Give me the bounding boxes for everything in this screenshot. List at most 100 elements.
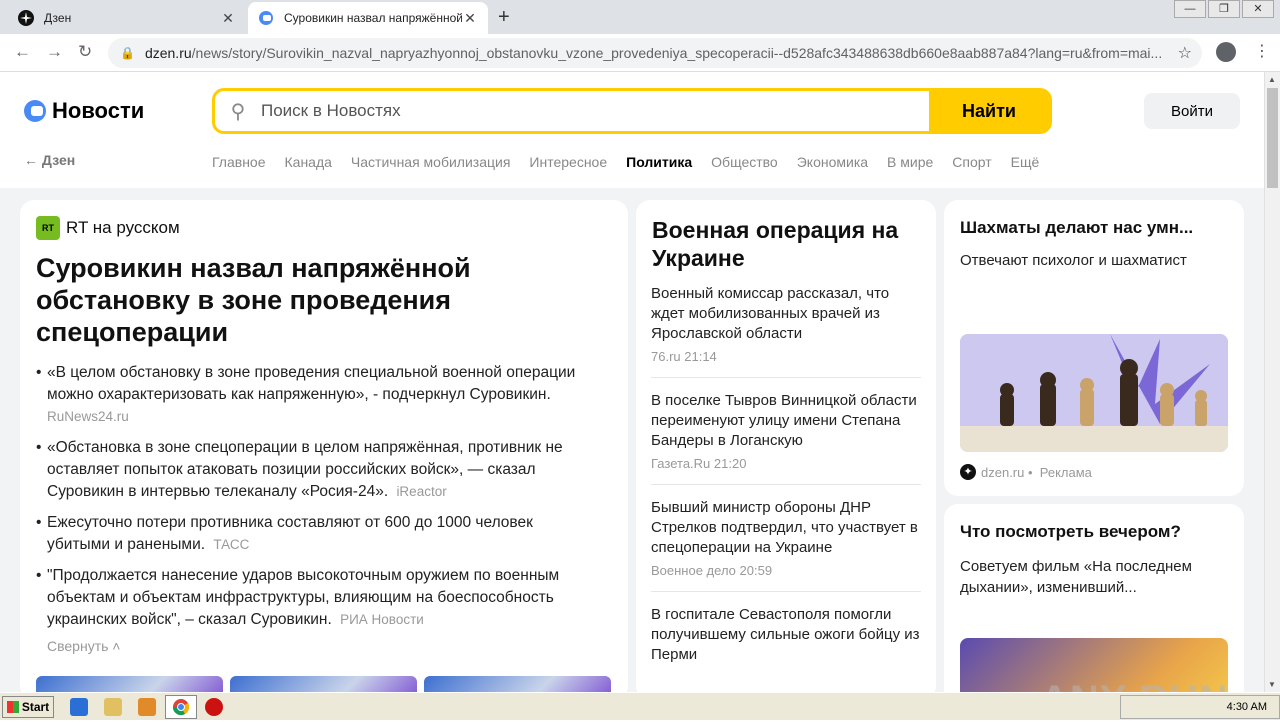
minimize-button[interactable]: — (1174, 0, 1206, 18)
news-logo-icon (24, 100, 46, 122)
story-item-source[interactable]: ТАСС (213, 537, 249, 552)
topic-title[interactable]: Военная операция на Украине (652, 216, 922, 272)
story-item[interactable]: Ежесуточно потери противника составляют … (36, 512, 596, 556)
news-item[interactable]: Военный комиссар рассказал, что ждет моб… (651, 284, 921, 378)
ie-icon[interactable] (70, 698, 88, 716)
source-name: RT на русском (66, 218, 180, 237)
tab-close-icon[interactable]: ✕ (462, 10, 478, 27)
back-arrow-icon[interactable]: ← (14, 42, 31, 62)
story-item-source[interactable]: iReactor (396, 484, 446, 499)
search-button[interactable]: Найти (929, 91, 1049, 131)
story-item-source[interactable]: RuNews24.ru (47, 406, 596, 428)
news-meta: 76.ru 21:14 (651, 349, 717, 364)
nav-item[interactable]: Экономика (797, 154, 868, 170)
system-tray: 4:30 AM (1120, 695, 1280, 719)
story-items: «В целом обстановку в зоне проведения сп… (36, 362, 596, 640)
tab-dzen[interactable]: Дзен ✕ (8, 2, 246, 34)
scroll-thumb[interactable] (1267, 88, 1278, 188)
maximize-button[interactable]: ❐ (1208, 0, 1240, 18)
login-button[interactable]: Войти (1144, 93, 1240, 129)
nav-item[interactable]: Канада (285, 154, 332, 170)
collapse-label: Свернуть (47, 638, 109, 654)
story-item-text: Ежесуточно потери противника составляют … (47, 514, 533, 553)
news-item[interactable]: В поселке Тывров Винницкой области переи… (651, 391, 921, 485)
news-title: В госпитале Севастополя помогли получивш… (651, 606, 920, 663)
start-button[interactable]: Start (2, 696, 54, 718)
lock-icon: 🔒 (120, 46, 135, 60)
story-item-source[interactable]: РИА Новости (340, 612, 424, 627)
thumbnail-image[interactable] (424, 676, 611, 692)
thumbnail-image[interactable] (230, 676, 417, 692)
back-to-dzen-link[interactable]: ← Дзен (24, 152, 75, 168)
evening-card[interactable]: Что посмотреть вечером? Советуем фильм «… (944, 504, 1244, 692)
tab-title: Суровикин назвал напряжённой об... (284, 11, 462, 25)
separator-dot: • (1024, 464, 1040, 480)
story-item-text: "Продолжается нанесение ударов высокоточ… (47, 567, 560, 628)
media-player-icon[interactable] (138, 698, 156, 716)
page-scrollbar[interactable]: ▲ ▼ (1264, 72, 1280, 692)
scroll-up-icon[interactable]: ▲ (1268, 75, 1276, 84)
nav-item[interactable]: В мире (887, 154, 933, 170)
site-header: Новости ⚲ Найти Войти ← Дзен Главное Кан… (0, 72, 1264, 188)
news-meta: Военное дело 20:59 (651, 563, 773, 578)
search-bar: ⚲ Найти (212, 88, 1052, 134)
search-icon: ⚲ (230, 100, 246, 123)
nav-item-more[interactable]: Ещё (1011, 154, 1040, 170)
topic-news-list: Военный комиссар рассказал, что ждет моб… (651, 284, 921, 691)
story-item[interactable]: «В целом обстановку в зоне проведения сп… (36, 362, 596, 428)
story-source[interactable]: RT RT на русском (36, 216, 180, 240)
tab-title: Дзен (44, 11, 72, 25)
url-host: dzen.ru (144, 45, 192, 61)
browser-toolbar: ← → ↻ 🔒 dzen.ru /news/story/Surovikin_na… (0, 34, 1280, 72)
folder-icon[interactable] (104, 698, 122, 716)
url-path: /news/story/Surovikin_nazval_napryazhyon… (191, 45, 1163, 61)
chess-ad-image (960, 334, 1228, 452)
nav-item-current[interactable]: Политика (626, 154, 692, 170)
news-logo[interactable]: Новости (24, 98, 144, 124)
back-arrow-icon: ← (24, 152, 42, 168)
page: Новости ⚲ Найти Войти ← Дзен Главное Кан… (0, 72, 1264, 692)
profile-icon[interactable] (1216, 42, 1236, 62)
dzen-favicon-icon (18, 10, 34, 26)
evening-title: Что посмотреть вечером? (960, 522, 1181, 541)
forward-arrow-icon[interactable]: → (46, 42, 63, 62)
ad-card[interactable]: Шахматы делают нас умн... Отвечают психо… (944, 200, 1244, 496)
back-link-label: Дзен (41, 152, 76, 168)
ad-site[interactable]: dzen.ru (981, 465, 1024, 480)
start-label: Start (21, 700, 50, 714)
anyrun-watermark: ANY RUN (1040, 678, 1229, 692)
reload-icon[interactable]: ↻ (78, 42, 92, 62)
chevron-up-icon: ˄ (112, 638, 121, 654)
news-title: В поселке Тывров Винницкой области переи… (651, 392, 917, 449)
story-thumbnails (36, 676, 618, 692)
windows-flag-icon (6, 701, 19, 713)
rt-logo-icon: RT (36, 216, 60, 240)
tab-close-icon[interactable]: ✕ (220, 10, 236, 27)
bookmark-star-icon[interactable]: ☆ (1178, 43, 1192, 63)
story-headline: Суровикин назвал напряжённой обстановку … (36, 253, 471, 347)
nav-item[interactable]: Интересное (529, 154, 607, 170)
collapse-button[interactable]: Свернуть ˄ (47, 638, 120, 654)
browser-menu-icon[interactable]: ⋮ (1254, 41, 1270, 61)
thumbnail-image[interactable] (36, 676, 223, 692)
nav-item[interactable]: Частичная мобилизация (351, 154, 511, 170)
news-favicon-icon (258, 10, 274, 26)
dzen-logo-icon: ✦ (960, 464, 976, 480)
nav-item[interactable]: Главное (212, 154, 266, 170)
new-tab-icon[interactable]: + (498, 6, 510, 29)
nav-item[interactable]: Спорт (952, 154, 991, 170)
close-window-button[interactable]: ✕ (1242, 0, 1274, 18)
story-item[interactable]: «Обстановка в зоне спецоперации в целом … (36, 437, 596, 503)
ad-title: Шахматы делают нас умн... (960, 218, 1194, 237)
address-bar[interactable]: 🔒 dzen.ru /news/story/Surovikin_nazval_n… (108, 38, 1202, 68)
chrome-taskbar-button[interactable] (165, 695, 197, 719)
search-input[interactable] (261, 91, 929, 131)
topic-card: Военная операция на Украине Военный коми… (636, 200, 936, 692)
nav-item[interactable]: Общество (711, 154, 778, 170)
news-item[interactable]: В госпитале Севастополя помогли получивш… (651, 605, 921, 678)
stop-icon[interactable] (205, 698, 223, 716)
news-item[interactable]: Бывший министр обороны ДНР Стрелков подт… (651, 498, 921, 592)
story-item[interactable]: "Продолжается нанесение ударов высокоточ… (36, 565, 596, 631)
tab-article[interactable]: Суровикин назвал напряжённой об... ✕ (248, 2, 488, 34)
scroll-down-icon[interactable]: ▼ (1268, 680, 1276, 689)
